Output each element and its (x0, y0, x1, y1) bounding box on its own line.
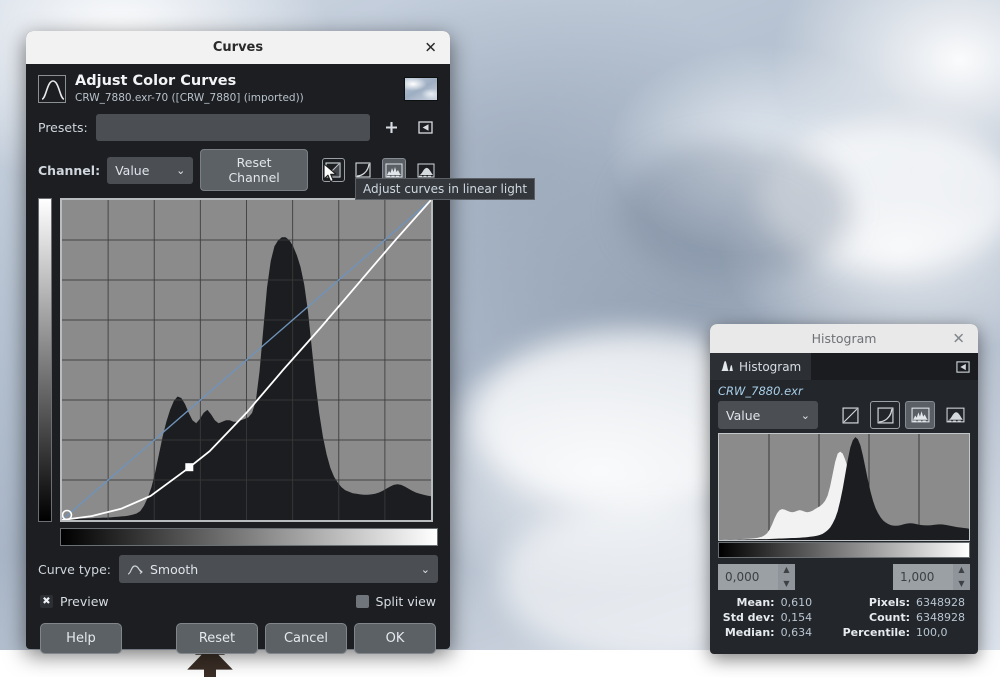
curve-type-row: Curve type: Smooth ⌄ (26, 546, 450, 588)
linear-light-icon[interactable] (835, 401, 865, 429)
stat-key: Percentile: (842, 626, 910, 639)
chevron-down-icon: ⌄ (176, 163, 186, 177)
histogram-channel-value: Value (726, 407, 761, 423)
operation-subtitle: CRW_7880.exr-70 ([CRW_7880] (imported)) (75, 92, 304, 104)
page-title: Adjust Color Curves (75, 73, 237, 89)
presets-label: Presets: (38, 120, 88, 135)
operation-titles: Adjust Color Curves CRW_7880.exr-70 ([CR… (75, 73, 395, 105)
stats-left-column: Mean: 0,610 Std dev: 0,154 Median: 0,634 (718, 595, 835, 640)
curve-type-value: Smooth (150, 561, 199, 577)
stat-key: Count: (869, 611, 910, 624)
histogram-graph-area (710, 433, 978, 558)
histogram-icon (720, 359, 734, 375)
channel-combo[interactable]: Value ⌄ (107, 156, 194, 184)
curve-icon (38, 75, 66, 103)
range-low-spinner[interactable]: 0,000 ▲ ▼ (718, 564, 795, 590)
tabbar-spacer (811, 353, 948, 380)
histogram-tabbar: Histogram (710, 353, 978, 380)
stat-value: 0,610 (780, 596, 813, 609)
tab-histogram[interactable]: Histogram (710, 353, 812, 380)
stats-right-column: Pixels: 6348928 Count: 6348928 Percentil… (843, 595, 970, 640)
stat-value: 6348928 (916, 611, 965, 624)
preview-label: Preview (60, 594, 109, 609)
curve-type-combo[interactable]: Smooth ⌄ (119, 555, 438, 583)
stat-value: 6348928 (916, 596, 965, 609)
histogram-window-title: Histogram (811, 331, 877, 346)
spin-down-icon[interactable]: ▼ (958, 580, 964, 588)
spin-up-icon[interactable]: ▲ (958, 566, 964, 574)
close-icon[interactable]: ✕ (424, 40, 437, 55)
channel-label: Channel: (38, 162, 101, 178)
tooltip: Adjust curves in linear light (355, 178, 536, 200)
stat-row: Percentile: 100,0 (843, 625, 970, 640)
stat-value: 0,154 (780, 611, 813, 624)
stat-key: Median: (724, 626, 775, 639)
help-button[interactable]: Help (40, 623, 122, 654)
histogram-controls-row: Value ⌄ (710, 400, 978, 433)
stat-value: 100,0 (916, 626, 948, 639)
histogram-logarithmic-icon[interactable] (940, 401, 970, 429)
histogram-menu-button[interactable] (948, 353, 978, 380)
curves-graph[interactable] (60, 198, 433, 522)
split-view-checkbox[interactable] (355, 595, 369, 608)
perceptual-gamma-icon[interactable] (870, 401, 900, 429)
smooth-curve-icon (127, 563, 143, 576)
curves-titlebar: Curves ✕ (26, 31, 450, 64)
ok-button[interactable]: OK (354, 623, 436, 654)
presets-row: Presets: (26, 109, 450, 146)
histogram-range-row: 0,000 ▲ ▼ 1,000 ▲ ▼ (710, 558, 978, 592)
preview-checkbox[interactable]: ✖ (40, 595, 53, 608)
range-low-arrows[interactable]: ▲ ▼ (778, 564, 795, 590)
reset-button[interactable]: Reset (176, 623, 258, 654)
operation-header: Adjust Color Curves CRW_7880.exr-70 ([CR… (26, 64, 450, 109)
dialog-buttons-row: Help Reset Cancel OK (26, 611, 450, 668)
histogram-graph[interactable] (718, 433, 970, 541)
curve-type-label: Curve type: (38, 561, 111, 577)
chevron-down-icon: ⌄ (420, 562, 430, 576)
linear-light-icon[interactable] (321, 158, 345, 182)
cancel-button[interactable]: Cancel (265, 623, 347, 654)
range-high-value[interactable]: 1,000 (893, 564, 953, 590)
stat-row: Pixels: 6348928 (843, 595, 970, 610)
stat-key: Std dev: (722, 611, 775, 624)
output-gradient-bar (38, 198, 52, 522)
histogram-titlebar: Histogram ✕ (710, 324, 978, 353)
histogram-linear-icon[interactable] (905, 401, 935, 429)
curves-graph-area (26, 196, 450, 522)
range-low-value[interactable]: 0,000 (718, 564, 778, 590)
spin-down-icon[interactable]: ▼ (783, 580, 789, 588)
histogram-dialog: Histogram ✕ Histogram CRW_7880.exr Value… (710, 324, 978, 654)
stat-row: Count: 6348928 (843, 610, 970, 625)
histogram-gradient-bar (718, 542, 970, 558)
stat-key: Pixels: (868, 596, 910, 609)
stat-value: 0,634 (780, 626, 813, 639)
spin-up-icon[interactable]: ▲ (783, 566, 789, 574)
histogram-channel-combo[interactable]: Value ⌄ (718, 401, 818, 429)
input-gradient-bar (60, 528, 438, 546)
channel-value: Value (115, 162, 150, 178)
curves-dialog: Curves ✕ Adjust Color Curves CRW_7880.ex… (26, 31, 450, 654)
range-high-arrows[interactable]: ▲ ▼ (953, 564, 970, 590)
add-preset-button[interactable] (378, 115, 404, 141)
presets-menu-button[interactable] (412, 115, 438, 141)
preview-options-row: ✖ Preview Split view (26, 588, 450, 611)
close-icon[interactable]: ✕ (952, 331, 965, 346)
stat-row: Median: 0,634 (718, 625, 835, 640)
curves-body: Adjust Color Curves CRW_7880.exr-70 ([CR… (26, 64, 450, 668)
histogram-filename: CRW_7880.exr (718, 384, 803, 398)
stat-key: Mean: (736, 596, 775, 609)
stat-row: Std dev: 0,154 (718, 610, 835, 625)
presets-combo[interactable] (95, 114, 370, 141)
image-thumbnail (404, 77, 438, 101)
histogram-stats: Mean: 0,610 Std dev: 0,154 Median: 0,634… (710, 592, 978, 646)
stat-row: Mean: 0,610 (718, 595, 835, 610)
reset-channel-button[interactable]: Reset Channel (200, 149, 308, 191)
split-view-label: Split view (375, 594, 436, 609)
chevron-down-icon: ⌄ (800, 408, 810, 422)
curves-window-title: Curves (212, 40, 264, 55)
range-high-spinner[interactable]: 1,000 ▲ ▼ (893, 564, 970, 590)
tab-histogram-label: Histogram (739, 359, 802, 374)
